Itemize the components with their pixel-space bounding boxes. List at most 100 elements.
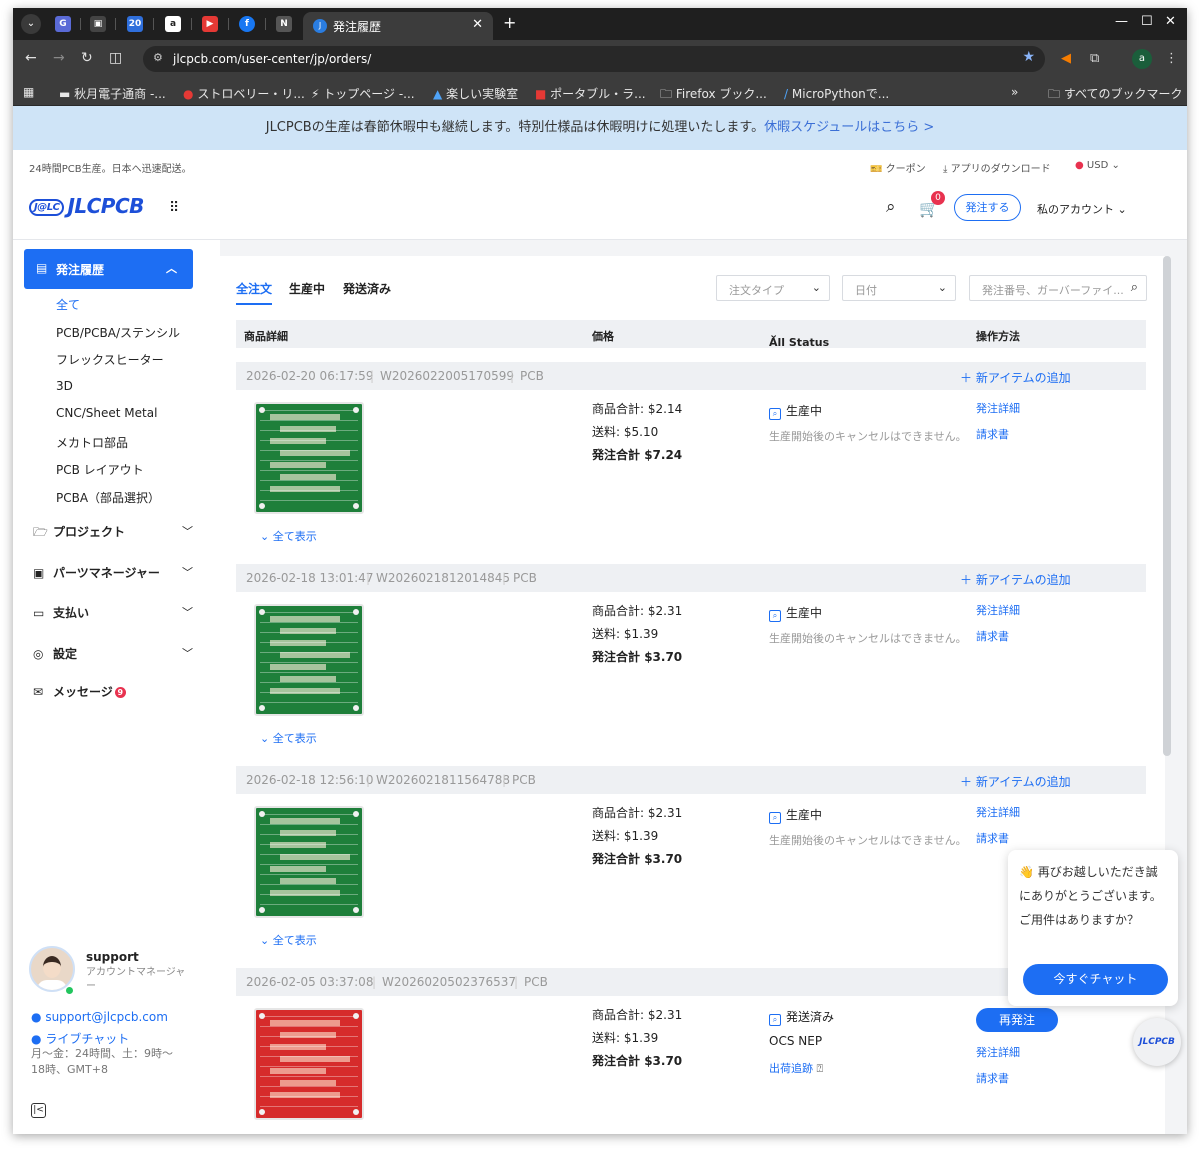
order-id[interactable]: W2026022005170599 xyxy=(380,369,514,383)
tab-search-icon[interactable]: ⌄ xyxy=(21,14,41,34)
reorder-button[interactable]: 再発注 xyxy=(976,1008,1058,1032)
show-all-toggle[interactable]: ⌄ 全て表示 xyxy=(260,932,317,948)
order-id[interactable]: W2026021812014845 xyxy=(376,571,510,585)
sidebar-item-settings[interactable]: ◎ 設定 ﹀ xyxy=(33,645,193,662)
page-scrollbar[interactable] xyxy=(1163,256,1171,756)
apps-grid-icon[interactable]: ▦ xyxy=(23,85,34,99)
currency-select[interactable]: ● USD ⌄ xyxy=(1075,160,1120,171)
invoice-link[interactable]: 請求書 xyxy=(976,830,1009,846)
back-icon[interactable]: ← xyxy=(25,50,37,66)
maximize-icon[interactable]: ☐ xyxy=(1141,14,1153,29)
facebook-tab[interactable]: f xyxy=(239,16,255,32)
my-account-menu[interactable]: 私のアカウント ⌄ xyxy=(1037,201,1127,217)
amazon-tab[interactable]: a xyxy=(165,16,181,32)
address-bar[interactable]: ⚙ jlcpcb.com/user-center/jp/orders/ ★ xyxy=(143,46,1045,72)
tracking-link[interactable]: 出荷追跡 ⍰ xyxy=(769,1060,823,1076)
minimize-icon[interactable]: — xyxy=(1115,14,1128,29)
browser-menu-icon[interactable]: ⋮ xyxy=(1165,51,1178,66)
message-count-badge: 9 xyxy=(114,687,126,698)
bookmark-folder[interactable]: 🗀 Firefox ブック... xyxy=(660,85,767,106)
order-detail-link[interactable]: 発注詳細 xyxy=(976,1044,1020,1060)
sidebar-sub-all[interactable]: 全て xyxy=(56,296,80,313)
sidebar-item-parts-manager[interactable]: ▣ パーツマネージャー ﹀ xyxy=(33,564,193,581)
calendar-tab[interactable]: 20 xyxy=(127,16,143,32)
bookmark-item[interactable]: ▲ 楽しい実験室 xyxy=(433,85,518,102)
order-search-input[interactable]: 発注番号、ガーバーファイ... ⌕ xyxy=(969,275,1147,301)
date-select[interactable]: 日付 ⌄ xyxy=(842,275,956,301)
apps-menu-icon[interactable]: ⠿ xyxy=(169,200,179,216)
extensions-puzzle-icon[interactable]: ⧉ xyxy=(1090,51,1099,66)
new-tab-icon[interactable]: + xyxy=(503,13,516,32)
split-view-icon[interactable]: ◫ xyxy=(109,50,122,66)
shipping: 送料: $1.39 xyxy=(592,627,659,641)
sidebar-sub-pcb[interactable]: PCB/PCBA/ステンシル xyxy=(56,324,180,341)
bookmark-star-icon[interactable]: ★ xyxy=(1022,49,1035,65)
pcb-thumbnail[interactable] xyxy=(254,402,364,514)
sidebar-item-order-history[interactable]: ▤ 発注履歴 ︿ xyxy=(24,249,193,289)
support-email-link[interactable]: ● support@jlcpcb.com xyxy=(31,1010,168,1024)
youtube-tab[interactable]: ▶ xyxy=(202,16,218,32)
active-tab[interactable]: J 発注履歴 ✕ xyxy=(303,12,493,40)
close-tab-icon[interactable]: ✕ xyxy=(472,17,483,32)
place-order-button[interactable]: 発注する xyxy=(954,194,1021,221)
sidebar-sub-3d[interactable]: 3D xyxy=(56,379,73,393)
show-all-toggle[interactable]: ⌄ 全て表示 xyxy=(260,730,317,746)
sidebar-sub-pcba[interactable]: PCBA（部品選択） xyxy=(56,489,160,506)
pcb-thumbnail[interactable] xyxy=(254,806,364,918)
invoice-link[interactable]: 請求書 xyxy=(976,628,1009,644)
announcement-banner: JLCPCBの生産は春節休暇中も継続します。特別仕様品は休暇明けに処理いたします… xyxy=(13,106,1187,150)
bookmark-item[interactable]: ● ストロベリー・リ... xyxy=(183,85,305,102)
order-id[interactable]: W2026020502376537 xyxy=(382,975,516,989)
notion-tab[interactable]: N xyxy=(276,16,292,32)
invoice-link[interactable]: 請求書 xyxy=(976,1070,1009,1086)
gemini-tab[interactable]: G xyxy=(55,16,71,32)
show-all-toggle[interactable]: ⌄ 全て表示 xyxy=(260,528,317,544)
extension-icon[interactable]: ◀ xyxy=(1061,51,1071,66)
forward-icon[interactable]: → xyxy=(53,50,65,66)
sidebar-item-projects[interactable]: 🗁 プロジェクト ﹀ xyxy=(33,523,193,544)
holiday-schedule-link[interactable]: 休暇スケジュールはこちら > xyxy=(764,120,934,135)
chat-now-button[interactable]: 今すぐチャット xyxy=(1023,964,1168,995)
sidebar-item-messages[interactable]: ✉ メッセージ 9 xyxy=(33,683,193,700)
all-bookmarks-folder[interactable]: 🗀 すべてのブックマーク xyxy=(1048,85,1183,106)
chat-launcher-button[interactable]: JLCPCB xyxy=(1133,1018,1181,1066)
box-tab[interactable]: ▣ xyxy=(90,16,106,32)
add-item-link[interactable]: ＋ 新アイテムの追加 xyxy=(960,773,1071,790)
bookmarks-overflow-icon[interactable]: » xyxy=(1011,85,1018,99)
order-detail-link[interactable]: 発注詳細 xyxy=(976,804,1020,820)
sidebar-sub-mechatronics[interactable]: メカトロ部品 xyxy=(56,434,128,451)
app-download-link[interactable]: ⤓ アプリのダウンロード xyxy=(943,160,1051,175)
jlcpcb-favicon-icon: J xyxy=(313,19,327,33)
tab-in-production[interactable]: 生産中 xyxy=(289,280,325,297)
add-item-link[interactable]: ＋ 新アイテムの追加 xyxy=(960,369,1071,386)
column-status-filter[interactable]: All Status ⌄ xyxy=(769,328,829,349)
sidebar-sub-pcb-layout[interactable]: PCB レイアウト xyxy=(56,461,144,478)
sidebar-sub-flex-heater[interactable]: フレックスヒーター xyxy=(56,351,164,368)
live-chat-link[interactable]: ● ライブチャット xyxy=(31,1030,129,1047)
bookmark-item[interactable]: ▬ 秋月電子通商 -... xyxy=(59,85,166,102)
sidebar-sub-cnc[interactable]: CNC/Sheet Metal xyxy=(56,406,157,420)
search-icon[interactable]: ⌕ xyxy=(886,197,896,217)
order-detail-link[interactable]: 発注詳細 xyxy=(976,400,1020,416)
tab-shipped[interactable]: 発送済み xyxy=(343,280,391,297)
coupon-link[interactable]: 🎫 クーポン xyxy=(870,160,926,175)
tab-all-orders[interactable]: 全注文 xyxy=(236,280,273,305)
bookmark-item[interactable]: / MicroPythonで... xyxy=(784,85,889,102)
collapse-sidebar-icon[interactable]: |< xyxy=(31,1103,46,1118)
url-text[interactable]: jlcpcb.com/user-center/jp/orders/ xyxy=(173,52,371,66)
add-item-link[interactable]: ＋ 新アイテムの追加 xyxy=(960,571,1071,588)
bookmark-item[interactable]: ⚡ トップページ -... xyxy=(311,85,415,102)
jlcpcb-logo[interactable]: J@LC JLCPCB xyxy=(29,194,144,218)
profile-avatar[interactable]: a xyxy=(1132,49,1152,69)
order-detail-link[interactable]: 発注詳細 xyxy=(976,602,1020,618)
pcb-thumbnail[interactable] xyxy=(254,1008,364,1120)
order-type-select[interactable]: 注文タイプ ⌄ xyxy=(716,275,830,301)
site-settings-icon[interactable]: ⚙ xyxy=(153,51,163,64)
pcb-thumbnail[interactable] xyxy=(254,604,364,716)
bookmark-item[interactable]: ■ ポータブル・ラ... xyxy=(535,85,646,102)
reload-icon[interactable]: ↻ xyxy=(81,50,93,66)
order-id[interactable]: W2026021811564788 xyxy=(376,773,510,787)
invoice-link[interactable]: 請求書 xyxy=(976,426,1009,442)
close-window-icon[interactable]: ✕ xyxy=(1165,14,1176,29)
sidebar-item-payments[interactable]: ▭ 支払い ﹀ xyxy=(33,604,193,621)
